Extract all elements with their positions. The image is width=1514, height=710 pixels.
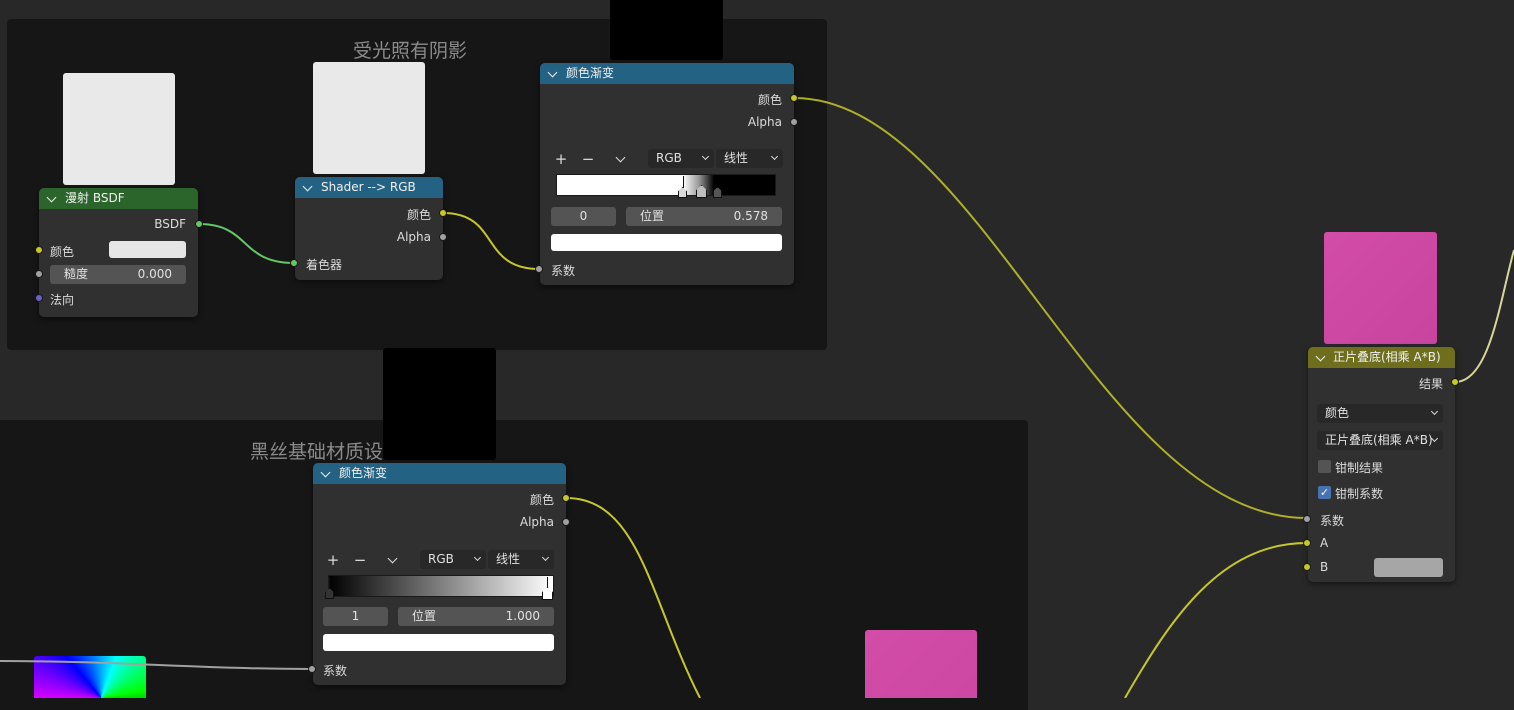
roughness-field[interactable]: 糙度 0.000 xyxy=(50,265,186,284)
collapse-chevron-icon[interactable] xyxy=(1315,351,1326,362)
node-title: 颜色渐变 xyxy=(566,66,615,80)
chevron-down-icon xyxy=(1430,407,1439,416)
chevron-down-icon xyxy=(701,152,710,161)
stop-index-field[interactable]: 0 xyxy=(551,207,616,226)
b-color-field[interactable] xyxy=(1374,558,1443,577)
socket-label-result: 结果 xyxy=(1418,377,1443,391)
socket-label-normal: 法向 xyxy=(50,293,75,307)
interpolation-dropdown[interactable]: 线性 xyxy=(716,149,783,168)
stop-index-field[interactable]: 1 xyxy=(323,607,388,626)
link-vector-to-fac xyxy=(0,660,313,670)
clamp-result-label: 钳制结果 xyxy=(1335,461,1384,475)
clamp-factor-label: 钳制系数 xyxy=(1335,487,1384,501)
color-ramp-bar[interactable] xyxy=(556,174,776,196)
diffuse-bsdf-header[interactable]: 漫射 BSDF xyxy=(39,188,198,209)
blend-mode-dropdown[interactable]: 正片叠底(相乘 A*B) xyxy=(1317,431,1443,450)
color-ramp-bar[interactable] xyxy=(328,575,554,597)
stop-color-field[interactable] xyxy=(323,634,554,651)
socket-shader-in[interactable] xyxy=(290,259,298,267)
socket-label-fac: 系数 xyxy=(551,264,576,278)
socket-label-fac: 系数 xyxy=(1320,514,1345,528)
socket-label-color: 颜色 xyxy=(406,208,431,222)
collapse-chevron-icon[interactable] xyxy=(302,181,313,192)
socket-label-color: 颜色 xyxy=(757,93,782,107)
link-to-a xyxy=(1124,542,1308,698)
color-field[interactable] xyxy=(109,241,186,258)
socket-alpha-out[interactable] xyxy=(562,518,570,526)
ramp-stop-line xyxy=(683,176,684,188)
node-title: 漫射 BSDF xyxy=(65,191,125,205)
link-color-to-fac xyxy=(442,212,540,270)
link-result-out xyxy=(1454,249,1514,383)
stop-color-field[interactable] xyxy=(551,234,782,251)
socket-label-a: A xyxy=(1320,536,1329,550)
remove-stop-button[interactable]: − xyxy=(351,551,369,569)
socket-normal-in[interactable] xyxy=(35,294,43,302)
socket-label-bsdf: BSDF xyxy=(154,217,186,231)
socket-fac-in[interactable] xyxy=(1303,515,1311,523)
shader-to-rgb-node[interactable]: Shader --> RGB 颜色 Alpha 着色器 xyxy=(295,177,443,280)
color-ramp-node-bottom[interactable]: 颜色渐变 颜色 Alpha + − RGB 线性 1 位置 1.000 系数 xyxy=(313,463,566,685)
socket-label-color: 颜色 xyxy=(50,245,75,259)
ramp-menu-chevron-icon[interactable] xyxy=(615,152,626,163)
socket-color-out[interactable] xyxy=(439,209,447,217)
link-bsdf-to-shader xyxy=(198,223,295,264)
socket-label-alpha: Alpha xyxy=(747,115,782,129)
shader-to-rgb-header[interactable]: Shader --> RGB xyxy=(295,177,443,198)
socket-label-alpha: Alpha xyxy=(396,230,431,244)
node-title: Shader --> RGB xyxy=(321,180,416,194)
socket-color-out[interactable] xyxy=(562,494,570,502)
socket-color-out[interactable] xyxy=(790,94,798,102)
remove-stop-button[interactable]: − xyxy=(579,150,597,168)
stop-position-field[interactable]: 位置 1.000 xyxy=(398,607,554,626)
chevron-down-icon xyxy=(770,152,779,161)
socket-b-in[interactable] xyxy=(1303,563,1311,571)
mix-multiply-header[interactable]: 正片叠底(相乘 A*B) xyxy=(1308,347,1455,368)
socket-roughness-in[interactable] xyxy=(35,270,43,278)
socket-alpha-out[interactable] xyxy=(790,118,798,126)
socket-label-alpha: Alpha xyxy=(519,515,554,529)
collapse-chevron-icon[interactable] xyxy=(46,192,57,203)
color-ramp-header[interactable]: 颜色渐变 xyxy=(313,463,566,484)
color-mode-dropdown[interactable]: RGB xyxy=(648,149,714,168)
ramp-stop-line xyxy=(329,577,330,589)
stop-position-field[interactable]: 位置 0.578 xyxy=(626,207,782,226)
ramp-menu-chevron-icon[interactable] xyxy=(387,553,398,564)
socket-color-in[interactable] xyxy=(35,246,43,254)
socket-alpha-out[interactable] xyxy=(439,233,447,241)
add-stop-button[interactable]: + xyxy=(552,150,570,168)
color-ramp-header[interactable]: 颜色渐变 xyxy=(540,63,794,84)
socket-fac-in[interactable] xyxy=(535,265,543,273)
add-stop-button[interactable]: + xyxy=(324,551,342,569)
clamp-factor-checkbox[interactable]: ✓ xyxy=(1318,486,1331,499)
collapse-chevron-icon[interactable] xyxy=(547,67,558,78)
socket-label-b: B xyxy=(1320,560,1329,574)
clamp-result-checkbox[interactable] xyxy=(1318,460,1331,473)
socket-fac-in[interactable] xyxy=(308,665,316,673)
mix-multiply-node[interactable]: 正片叠底(相乘 A*B) 结果 颜色 正片叠底(相乘 A*B) 钳制结果 ✓ 钳… xyxy=(1308,347,1455,582)
diffuse-bsdf-node[interactable]: 漫射 BSDF BSDF 颜色 糙度 0.000 法向 xyxy=(39,188,198,317)
socket-label-fac: 系数 xyxy=(323,664,348,678)
color-mode-dropdown[interactable]: RGB xyxy=(420,550,486,569)
socket-label-color: 颜色 xyxy=(529,493,554,507)
socket-bsdf-out[interactable] xyxy=(195,220,203,228)
node-title: 颜色渐变 xyxy=(339,466,388,480)
color-ramp-node-top[interactable]: 颜色渐变 颜色 Alpha + − RGB 线性 0 位置 0.578 系数 xyxy=(540,63,794,285)
link-ramp-to-fac xyxy=(793,97,1308,519)
node-title: 正片叠底(相乘 A*B) xyxy=(1333,350,1441,364)
socket-a-in[interactable] xyxy=(1303,539,1311,547)
data-type-dropdown[interactable]: 颜色 xyxy=(1317,404,1443,423)
chevron-down-icon xyxy=(473,553,482,562)
link-ramp2-out xyxy=(565,497,701,698)
socket-result-out[interactable] xyxy=(1451,378,1459,386)
interpolation-dropdown[interactable]: 线性 xyxy=(488,550,554,569)
chevron-down-icon xyxy=(541,553,550,562)
socket-label-shader: 着色器 xyxy=(306,258,343,272)
collapse-chevron-icon[interactable] xyxy=(320,467,331,478)
